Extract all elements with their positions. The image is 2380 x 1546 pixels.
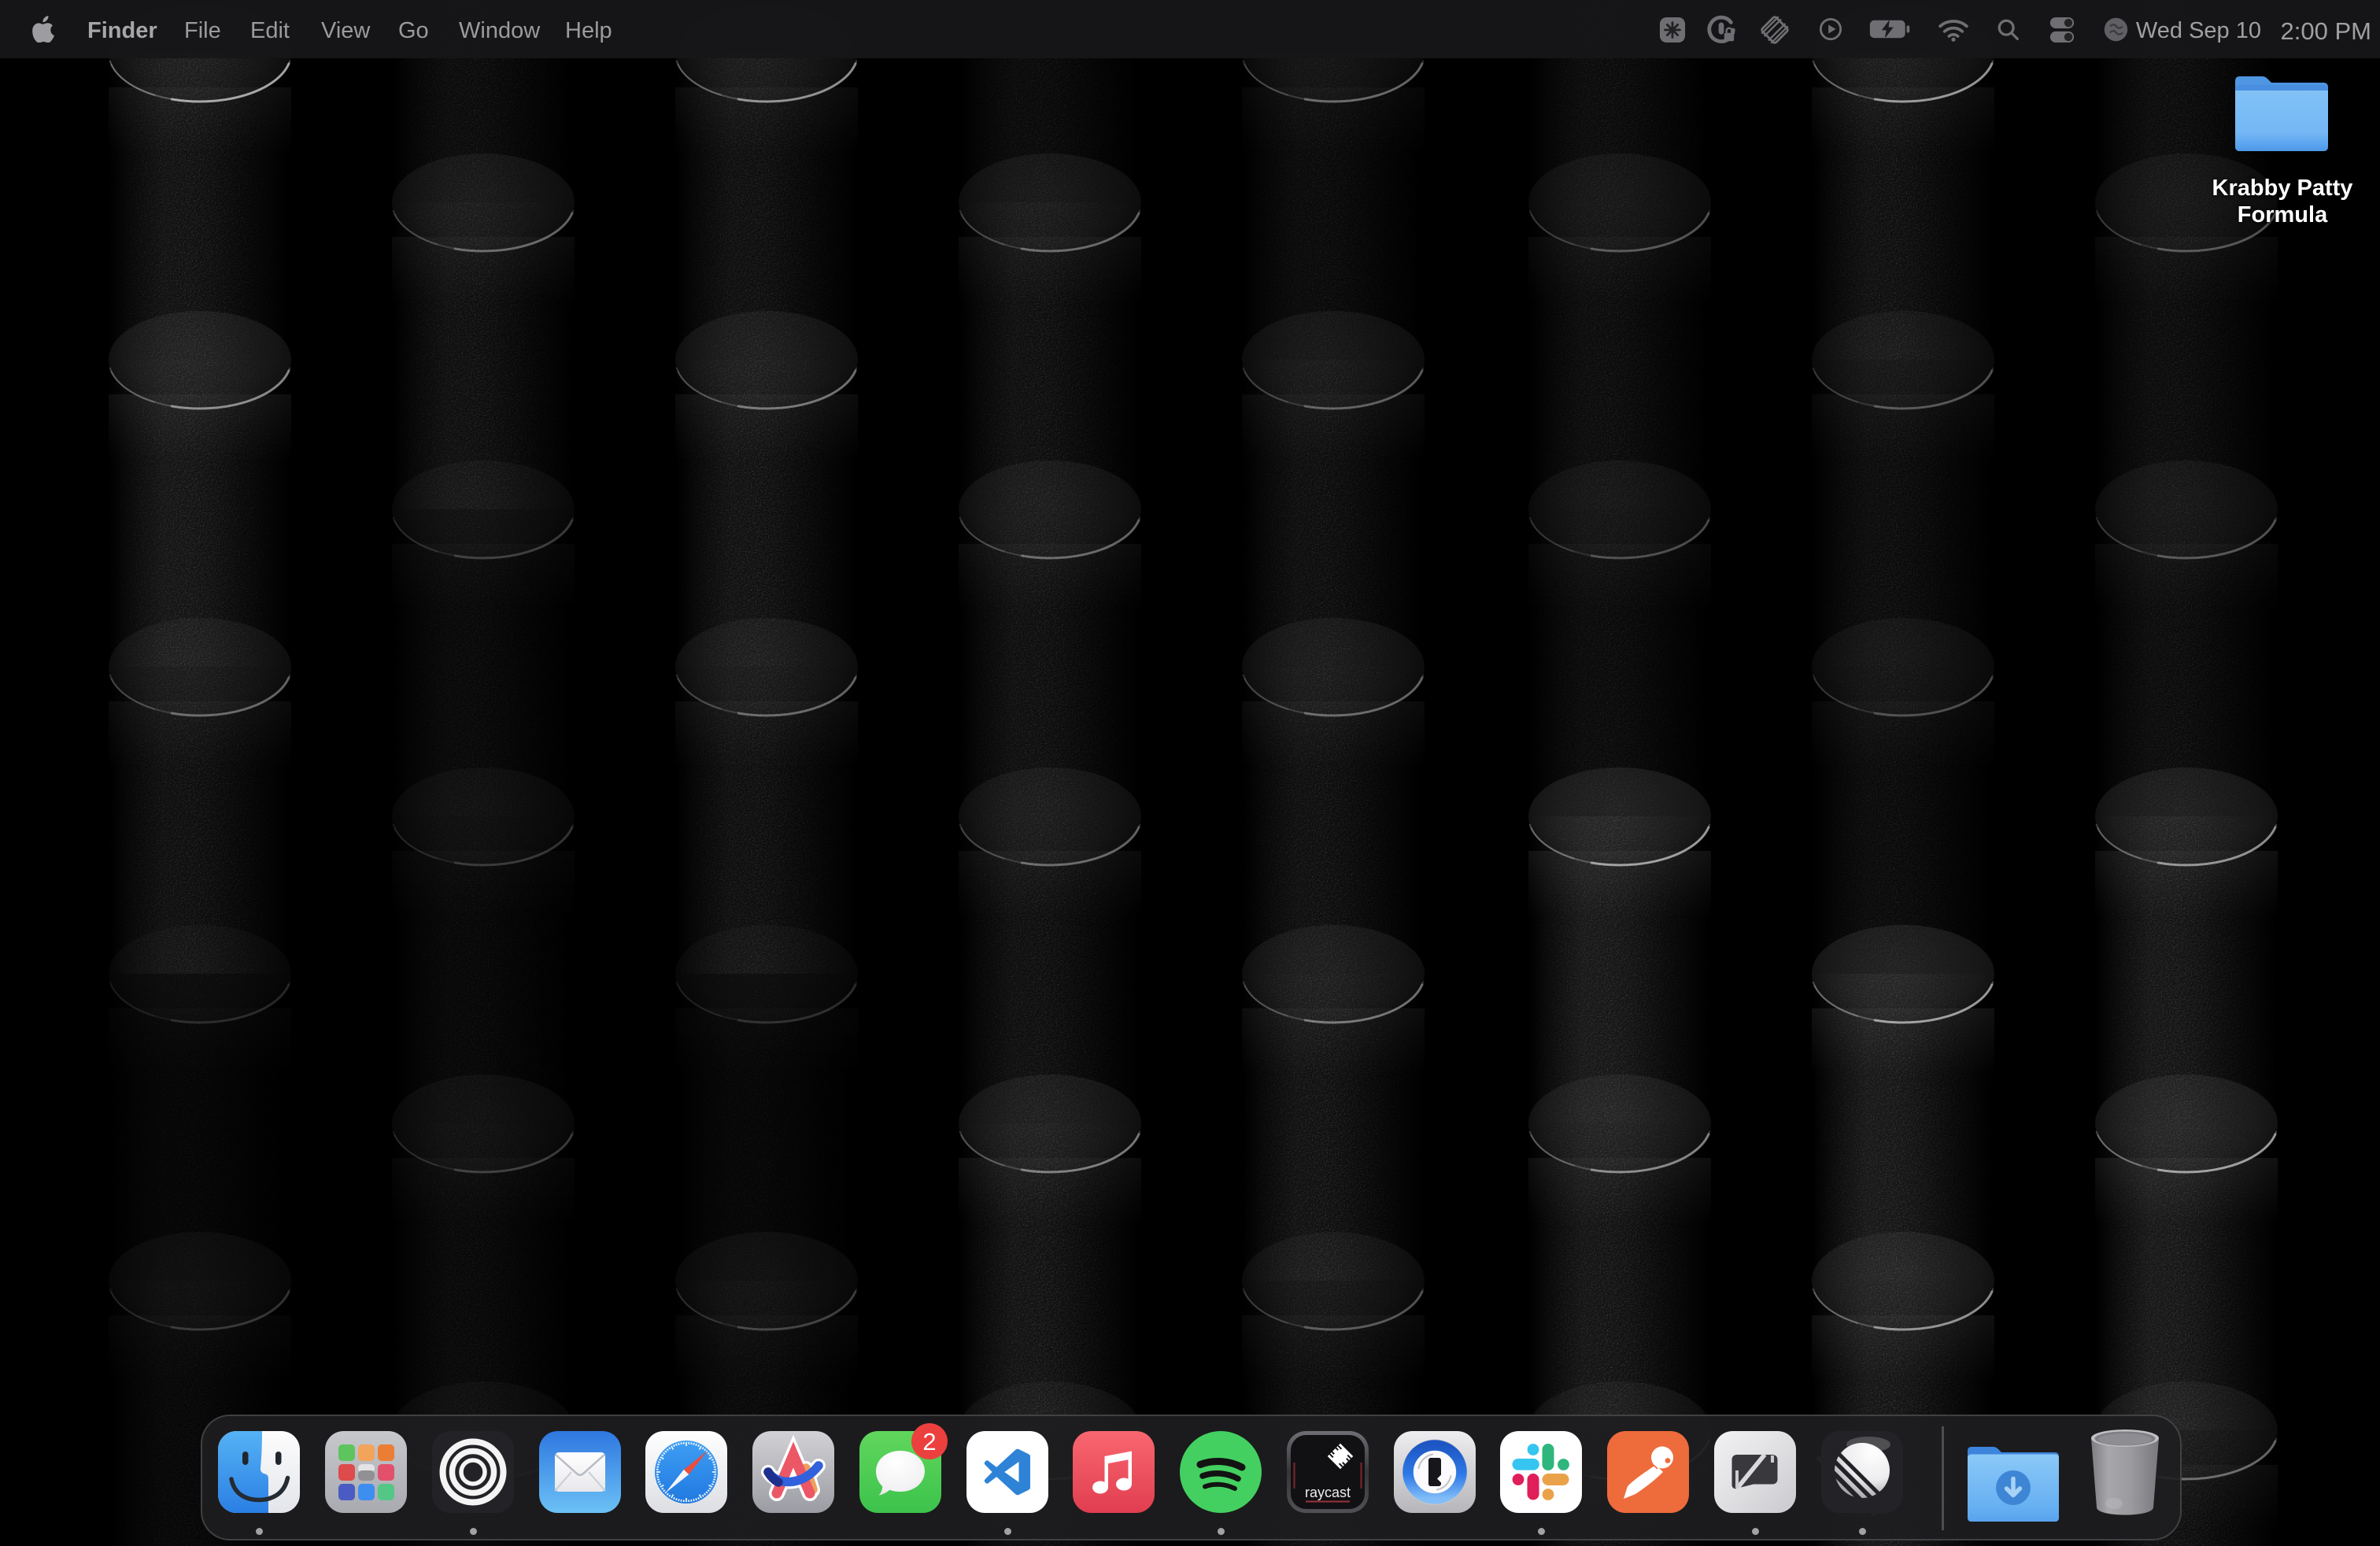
- svg-text:2: 2: [922, 1428, 936, 1455]
- svg-text:raycast: raycast: [1305, 1485, 1351, 1500]
